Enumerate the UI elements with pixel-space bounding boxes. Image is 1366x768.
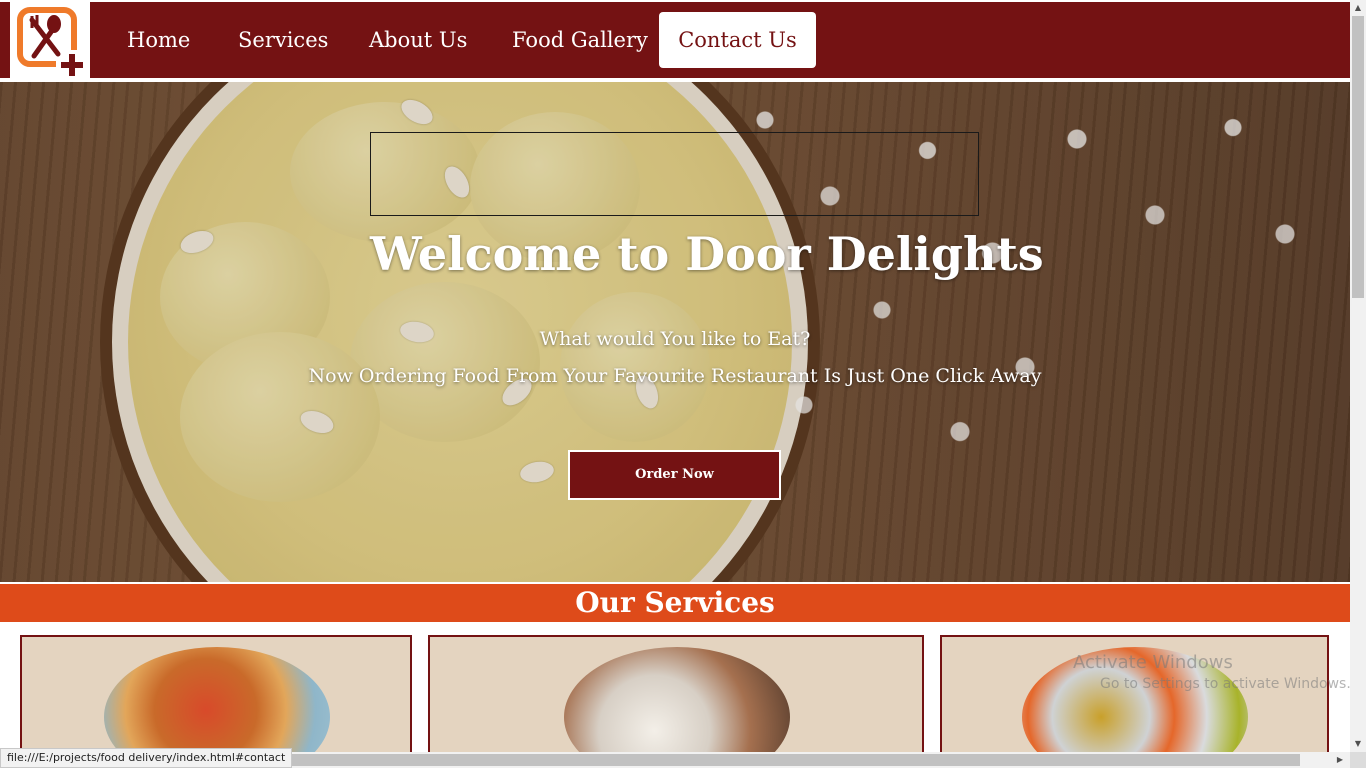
hero-title: Welcome to Door Delights [370, 227, 1044, 281]
catering-buffet-photo [564, 647, 790, 753]
hero-subtitle-tagline: Now Ordering Food From Your Favourite Re… [308, 365, 1042, 387]
services-title: Our Services [575, 586, 775, 619]
windows-activation-watermark-subtext: Go to Settings to activate Windows. [1100, 676, 1351, 692]
windows-activation-watermark: Activate Windows [1073, 652, 1233, 673]
service-card-catering[interactable] [428, 635, 924, 755]
nav-home[interactable]: Home [127, 14, 190, 66]
navbar: Home Services About Us Food Gallery Cont… [0, 0, 1350, 80]
vertical-scrollbar-thumb[interactable] [1352, 16, 1364, 298]
nav-services[interactable]: Services [238, 14, 328, 66]
pizza-photo [104, 647, 330, 753]
scroll-down-arrow-icon[interactable]: ▼ [1352, 738, 1364, 750]
scroll-up-arrow-icon[interactable]: ▲ [1352, 2, 1364, 14]
nav-food-gallery[interactable]: Food Gallery [512, 14, 648, 66]
scrollbar-corner [1350, 752, 1366, 768]
nav-contact-us[interactable]: Contact Us [659, 12, 816, 68]
hero-title-frame [370, 132, 979, 216]
logo[interactable] [10, 2, 90, 78]
nav-about-us[interactable]: About Us [369, 14, 467, 66]
order-now-button[interactable]: Order Now [568, 450, 781, 500]
fork-spoon-plus-icon [17, 7, 86, 76]
service-card-pizza[interactable] [20, 635, 412, 755]
scroll-right-arrow-icon[interactable]: ▶ [1334, 754, 1346, 766]
status-bar-link-url: file:///E:/projects/food delivery/index.… [0, 748, 293, 768]
hero-subtitle-question: What would You like to Eat? [539, 328, 811, 350]
